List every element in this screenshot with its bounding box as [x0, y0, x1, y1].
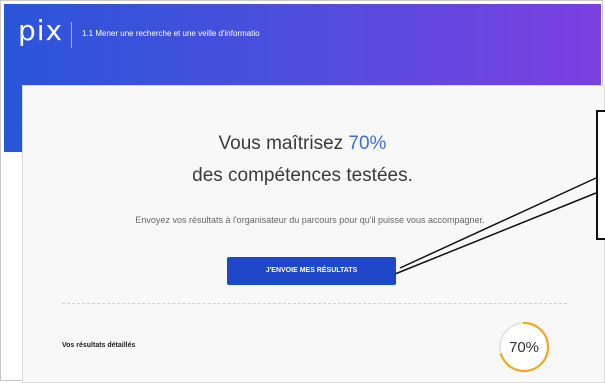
progress-gauge-value: 70% [508, 338, 540, 356]
header-separator [71, 22, 72, 48]
section-divider [62, 303, 567, 304]
mastery-percent: 70% [348, 133, 387, 154]
detailed-results-label: Vos résultats détaillés [62, 342, 136, 349]
mastery-subtitle: des compétences testées. [192, 165, 413, 186]
send-results-button[interactable]: J'ENVOIE MES RÉSULTATS [227, 257, 396, 285]
annotation-box [596, 110, 605, 240]
competence-breadcrumb: 1.1 Mener une recherche et une veille d'… [82, 29, 260, 38]
mastery-title: Vous maîtrisez 70% [0, 133, 605, 155]
send-results-message: Envoyez vos résultats à l'organisateur d… [135, 215, 485, 225]
pix-logo[interactable]: pix [18, 14, 63, 47]
mastery-title-prefix: Vous maîtrisez [218, 133, 349, 154]
